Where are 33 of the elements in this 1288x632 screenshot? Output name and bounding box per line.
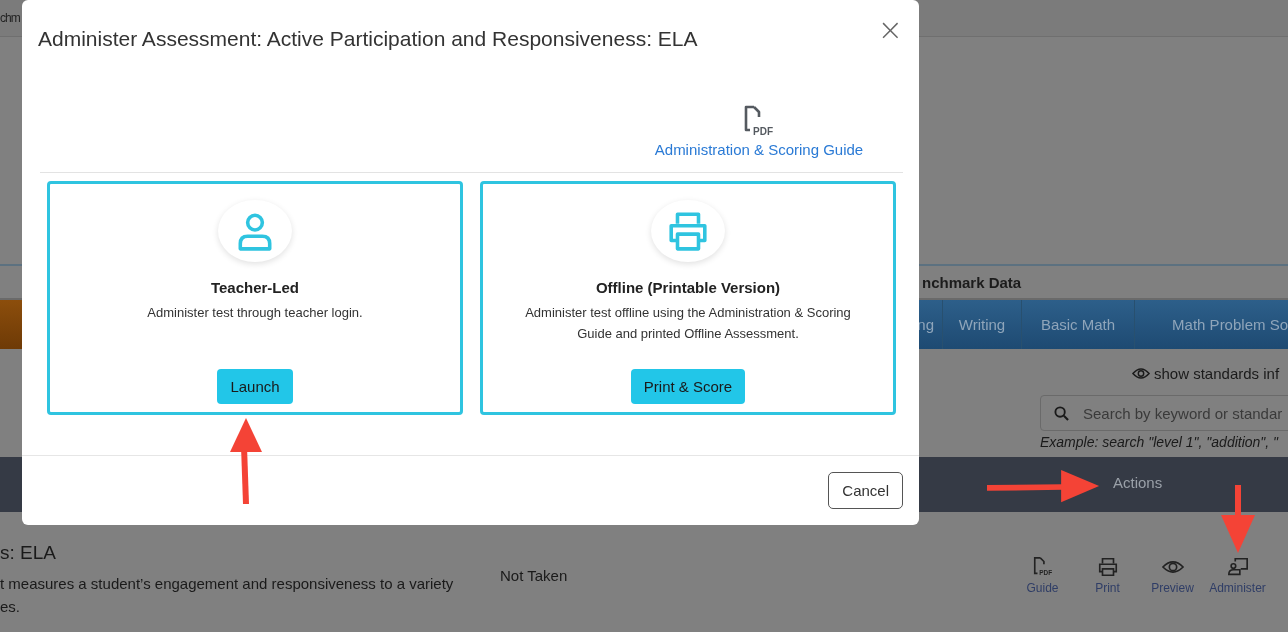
subject-tab[interactable]: Math Problem So [1134,300,1288,349]
assessment-description: es. [0,597,21,617]
show-standards-link[interactable]: show standards inf [1154,365,1280,382]
printer-icon[interactable] [1096,556,1119,578]
assessment-title: s: ELA [0,542,57,564]
action-label[interactable]: Administer [1209,581,1266,595]
action-label[interactable]: Print [1095,581,1120,595]
section-tab[interactable]: nchmark Data [922,273,1022,291]
search-icon [1054,406,1069,421]
guide-link[interactable]: Administration & Scoring Guide [654,141,864,158]
cancel-button[interactable]: Cancel [828,472,903,509]
action-label[interactable]: Guide [1026,581,1059,595]
column-header: Actions [1113,474,1163,491]
option-description: Administer test through teacher login. [147,304,363,322]
option-title: Teacher-Led [210,279,300,296]
eye-icon [1132,367,1150,380]
header-text: chm [0,11,20,25]
search-hint: Example: search "level 1", "addition", " [1040,434,1279,450]
printer-icon [667,210,709,252]
dialog-title: Administer Assessment: Active Participation and Responsiveness: ELA [38,27,698,51]
action-label[interactable]: Preview [1151,581,1194,595]
arrow-annotation [1218,485,1258,555]
subject-tab[interactable]: Writing [942,300,1021,349]
assessment-description: t measures a student’s engagement and responsiveness to a variety [0,574,454,594]
subject-tab[interactable]: Basic Math [1021,300,1134,349]
option-title: Offline (Printable Version) [595,279,781,296]
option-button[interactable]: Print & Score [630,369,746,404]
presenter-icon[interactable] [1226,556,1249,578]
search-field[interactable]: Search by keyword or standar [1040,395,1288,431]
close-button[interactable]: × [873,15,907,45]
status-text: Not Taken [500,567,568,584]
option-button[interactable]: Launch [217,369,293,404]
option-description: Administer test offline using the Administration & Scoring Guide and printed Offline Assessment. [524,304,852,343]
